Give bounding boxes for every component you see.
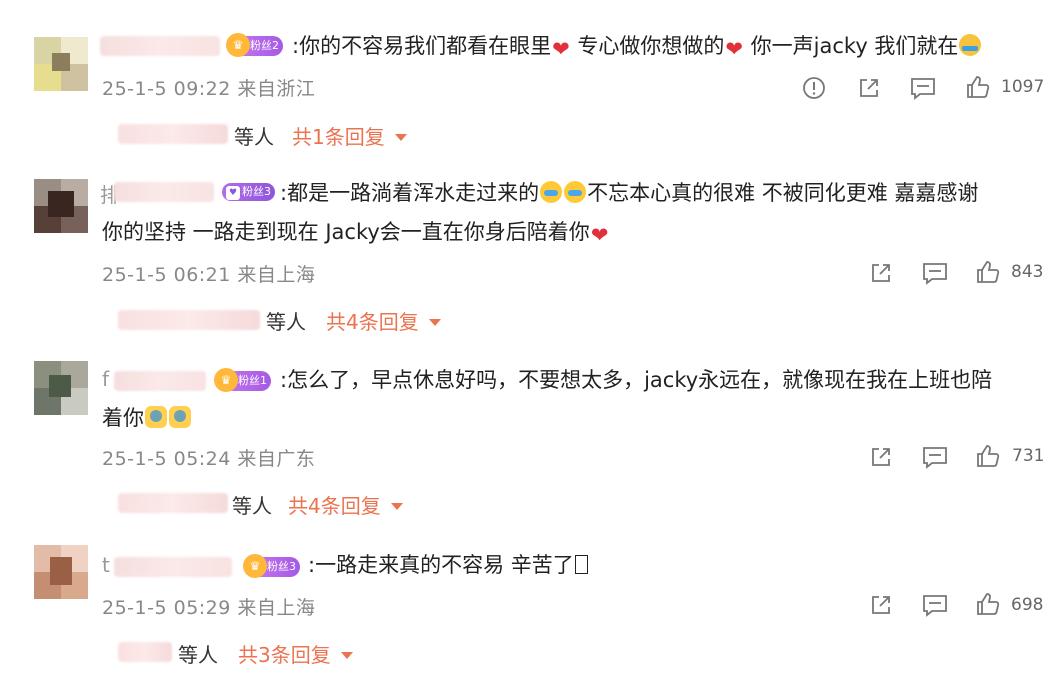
wave-emoji-icon	[145, 406, 167, 428]
heart-emoji-icon: ❤	[552, 37, 570, 61]
crown-icon: ♛	[243, 554, 267, 578]
comment-text: :一路走来真的不容易 辛苦了	[308, 546, 588, 584]
missing-glyph-icon	[574, 555, 588, 574]
username-blurred[interactable]	[100, 36, 220, 56]
username-blurred[interactable]	[114, 371, 206, 391]
reply-prefix: 等人	[266, 310, 306, 334]
text-segment: 你的不容易我们都看在眼里	[299, 34, 552, 58]
badge-label: 粉丝2	[250, 39, 279, 52]
fan-badge: ♥ 粉丝3	[222, 183, 275, 201]
sob-emoji-icon	[959, 34, 982, 56]
thumbs-up-icon[interactable]	[975, 443, 1001, 469]
badge-label: 粉丝3	[267, 560, 296, 573]
text-segment: :都是一路淌着浑水走过来的	[280, 181, 540, 205]
wave-emoji-icon	[169, 406, 191, 428]
comment-text-line2: 着你	[102, 399, 192, 437]
share-icon[interactable]	[857, 76, 881, 100]
view-replies-link[interactable]: 共1条回复	[292, 121, 407, 150]
text-segment: :怎么了，早点休息好吗，不要想太多，jacky永远在，就像现在我在上班也陪	[280, 368, 993, 392]
view-replies-link[interactable]: 共4条回复	[326, 306, 441, 335]
share-icon[interactable]	[869, 593, 893, 617]
reply-prefix: 等人	[234, 125, 274, 149]
text-segment: :一路走来真的不容易 辛苦了	[308, 553, 574, 577]
like-count: 698	[1011, 595, 1044, 615]
username-initial: t	[102, 553, 110, 577]
badge-icon: ♥	[226, 186, 240, 200]
heart-emoji-icon: ❤	[590, 223, 609, 247]
report-icon[interactable]	[802, 76, 826, 100]
crying-emoji-icon	[540, 181, 563, 203]
fan-badge: ♛ 粉丝3	[243, 554, 300, 578]
text-segment: 专心做你想做的	[577, 34, 725, 58]
heart-emoji-icon: ❤	[725, 37, 743, 61]
comment-meta: 25-1-5 06:21 来自上海	[102, 264, 316, 286]
caret-down-icon	[340, 652, 353, 659]
thumbs-up-icon[interactable]	[975, 259, 1001, 285]
crown-icon: ♛	[226, 33, 250, 57]
replies-label: 共4条回复	[326, 310, 419, 334]
fan-badge: ♛ 粉丝1	[214, 368, 271, 392]
view-replies-link[interactable]: 共4条回复	[288, 490, 403, 519]
comment-text-line2: 你的坚持 一路走到现在 Jacky会一直在你身后陪着你❤	[102, 213, 609, 254]
like-count: 1097	[1001, 77, 1045, 97]
comment-meta: 25-1-5 09:22 来自浙江	[102, 78, 316, 100]
replies-label: 共4条回复	[288, 494, 381, 518]
comment-item: f ♛ 粉丝1 :怎么了，早点休息好吗，不要想太多，jacky永远在，就像现在我…	[0, 345, 1060, 525]
text-segment: 不忘本心真的很难 不被同化更难 嘉嘉感谢	[587, 181, 979, 205]
avatar[interactable]	[34, 545, 88, 599]
reply-user-blurred	[118, 493, 228, 513]
username-blurred[interactable]	[114, 182, 214, 202]
like-count: 731	[1012, 446, 1045, 466]
replies-label: 共3条回复	[238, 643, 331, 667]
caret-down-icon	[394, 134, 407, 141]
comment-text: :都是一路淌着浑水走过来的 不忘本心真的很难 不被同化更难 嘉嘉感谢	[280, 174, 978, 212]
comment-item: 排 ♥ 粉丝3 :都是一路淌着浑水走过来的 不忘本心真的很难 不被同化更难 嘉嘉感…	[0, 165, 1060, 345]
text-segment: 你一声jacky 我们就在	[750, 34, 959, 58]
avatar[interactable]	[34, 361, 88, 415]
comment-item: t ♛ 粉丝3 :一路走来真的不容易 辛苦了 25-1-5 05:29 来自上海…	[0, 525, 1060, 682]
avatar[interactable]	[34, 37, 88, 91]
comment-text: :你的不容易我们都看在眼里❤ 专心做你想做的❤ 你一声jacky 我们就在	[292, 27, 982, 68]
crown-icon: ♛	[214, 368, 238, 392]
comment-meta: 25-1-5 05:29 来自上海	[102, 597, 316, 619]
comment-item: ♛ 粉丝2 :你的不容易我们都看在眼里❤ 专心做你想做的❤ 你一声jacky 我…	[0, 0, 1060, 165]
text-segment: 着你	[102, 406, 144, 430]
reply-user-blurred	[118, 642, 172, 662]
comment-icon[interactable]	[922, 593, 948, 617]
username-initial: f	[102, 367, 110, 391]
comment-meta: 25-1-5 05:24 来自广东	[102, 448, 316, 470]
text-segment: 你的坚持 一路走到现在 Jacky会一直在你身后陪着你	[102, 220, 590, 244]
reply-user-blurred	[118, 124, 228, 144]
reply-prefix: 等人	[178, 643, 218, 667]
username-blurred[interactable]	[114, 557, 232, 577]
replies-label: 共1条回复	[292, 125, 385, 149]
comment-icon[interactable]	[922, 261, 948, 285]
share-icon[interactable]	[869, 445, 893, 469]
share-icon[interactable]	[869, 261, 893, 285]
comment-icon[interactable]	[910, 76, 936, 100]
caret-down-icon	[428, 319, 441, 326]
caret-down-icon	[390, 503, 403, 510]
comment-text: :怎么了，早点休息好吗，不要想太多，jacky永远在，就像现在我在上班也陪	[280, 361, 992, 399]
reply-prefix: 等人	[232, 494, 272, 518]
thumbs-up-icon[interactable]	[965, 74, 991, 100]
view-replies-link[interactable]: 共3条回复	[238, 639, 353, 668]
like-count: 843	[1011, 262, 1044, 282]
avatar[interactable]	[34, 179, 88, 233]
reply-user-blurred	[118, 310, 260, 330]
badge-label: 粉丝3	[242, 185, 271, 198]
thumbs-up-icon[interactable]	[975, 591, 1001, 617]
comment-icon[interactable]	[922, 445, 948, 469]
crying-emoji-icon	[564, 181, 587, 203]
fan-badge: ♛ 粉丝2	[226, 33, 283, 57]
badge-label: 粉丝1	[238, 374, 267, 387]
